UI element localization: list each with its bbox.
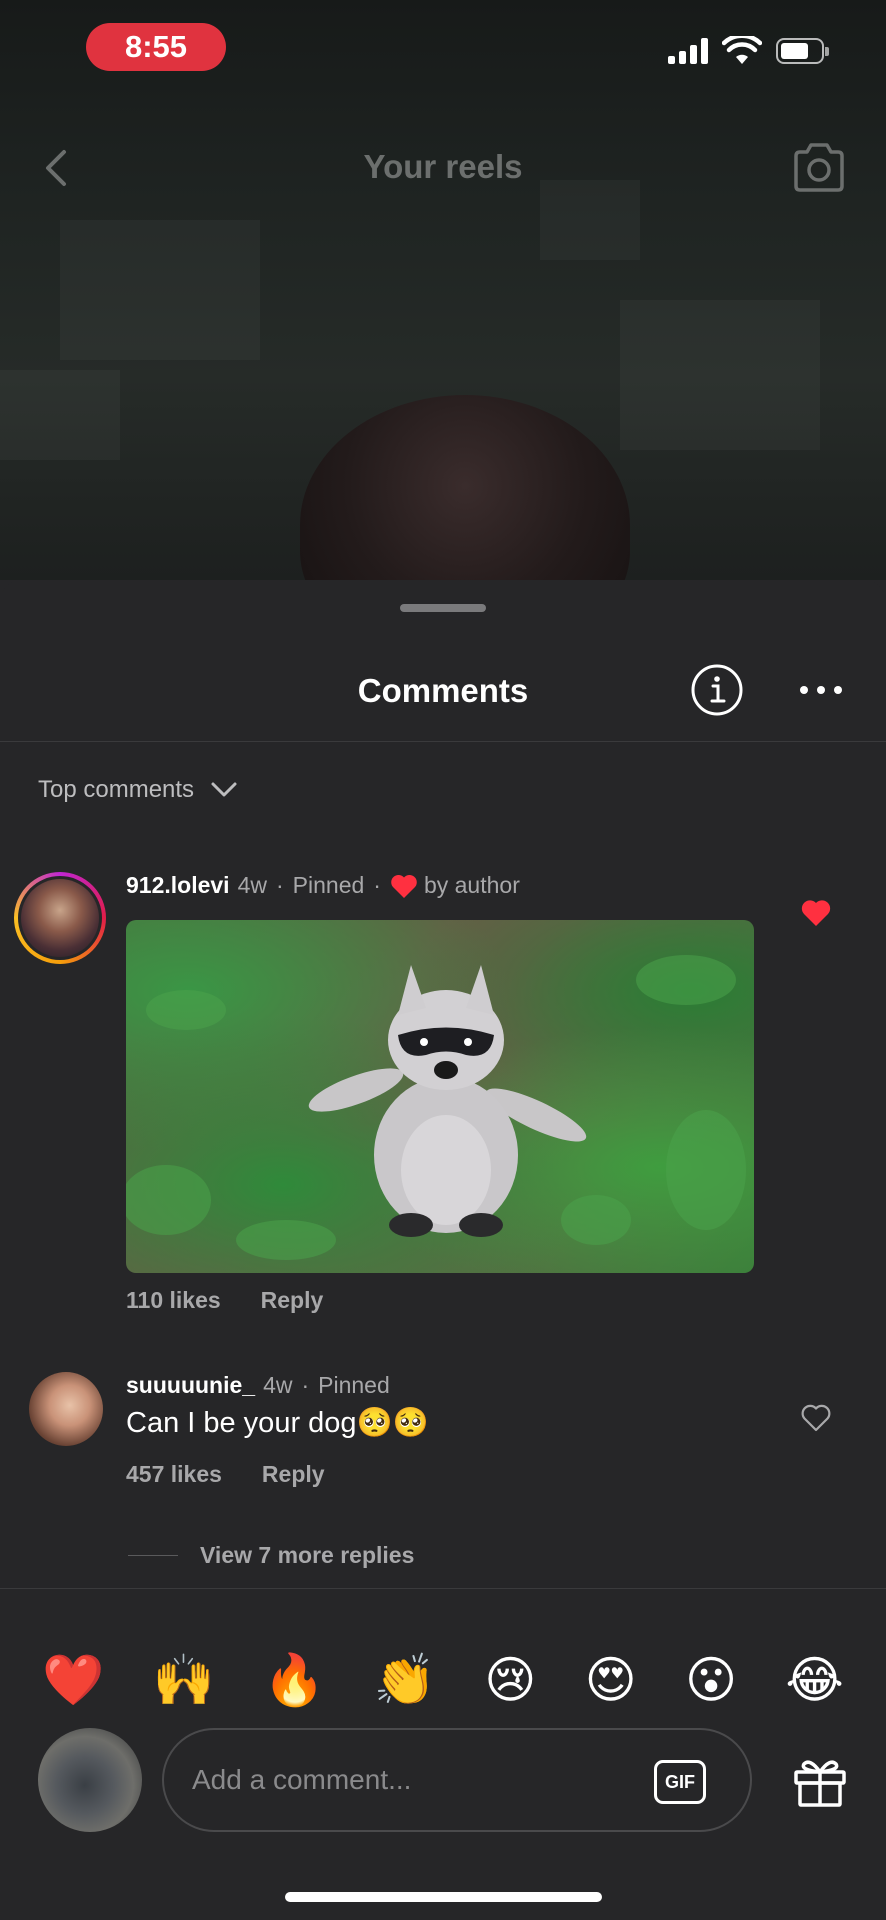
comment-meta: 912.lolevi 4w · Pinned · by author — [126, 872, 520, 899]
home-indicator[interactable] — [285, 1892, 602, 1902]
comment-meta: suuuuunie_ 4w · Pinned — [126, 1372, 390, 1399]
raccoon-gif[interactable] — [126, 920, 754, 1273]
reply-button[interactable]: Reply — [262, 1461, 325, 1488]
comment-input[interactable] — [192, 1764, 592, 1796]
heart-icon[interactable] — [800, 1403, 832, 1433]
reaction-heart[interactable]: ❤️ — [42, 1655, 104, 1705]
comment-username[interactable]: suuuuunie_ — [126, 1372, 255, 1399]
view-more-replies-label: View 7 more replies — [200, 1542, 415, 1568]
comment-actions: 457 likes Reply — [126, 1461, 325, 1488]
current-user-avatar — [38, 1728, 142, 1832]
like-count[interactable]: 110 likes — [126, 1287, 221, 1314]
comment-age: 4w — [263, 1372, 293, 1398]
avatar[interactable] — [14, 872, 106, 964]
like-count[interactable]: 457 likes — [126, 1461, 222, 1488]
reaction-fire[interactable]: 🔥 — [263, 1655, 325, 1705]
header-divider — [0, 741, 886, 742]
comments-title: Comments — [357, 672, 529, 709]
battery-icon — [776, 38, 829, 64]
liked-by-author-label: by author — [423, 872, 520, 898]
comments-sheet: Comments Top comments 912.lolevi 4w · Pi… — [0, 580, 886, 1920]
gif-button[interactable]: GIF — [654, 1760, 706, 1804]
comment-text: Can I be your dog🥺🥺 — [126, 1407, 429, 1439]
reactions-divider — [0, 1588, 886, 1589]
reaction-laughing[interactable]: 😂 — [785, 1655, 843, 1705]
heart-icon — [391, 874, 417, 898]
reaction-cry[interactable]: 😢 — [484, 1655, 536, 1705]
camera-icon[interactable] — [790, 140, 848, 196]
reaction-raising-hands[interactable]: 🙌 — [153, 1655, 215, 1705]
gift-icon[interactable] — [792, 1754, 848, 1808]
comment-actions: 110 likes Reply — [126, 1287, 323, 1314]
status-icons — [668, 36, 829, 66]
status-time: 8:55 — [86, 23, 226, 71]
reaction-surprised[interactable]: 😮 — [685, 1655, 737, 1705]
comment-username[interactable]: 912.lolevi — [126, 872, 230, 899]
chevron-down-icon — [211, 782, 237, 797]
sort-label: Top comments — [38, 776, 195, 803]
heart-icon[interactable] — [800, 898, 832, 928]
info-icon[interactable] — [690, 663, 744, 717]
reaction-clap[interactable]: 👏 — [374, 1655, 436, 1705]
comment-input-field[interactable]: GIF — [162, 1728, 752, 1832]
sheet-drag-handle[interactable] — [400, 604, 486, 612]
avatar[interactable] — [29, 1372, 103, 1446]
reel-video-background — [0, 0, 886, 580]
more-options-icon[interactable] — [800, 680, 842, 700]
wifi-icon — [722, 36, 762, 64]
cellular-signal-icon — [668, 38, 708, 64]
pinned-label: Pinned — [292, 872, 365, 898]
quick-reactions-bar: ❤️ 🙌 🔥 👏 😢 😍 😮 😂 — [0, 1630, 886, 1730]
sort-comments-dropdown[interactable]: Top comments — [38, 776, 238, 804]
reaction-heart-eyes[interactable]: 😍 — [585, 1655, 637, 1705]
reels-page-title: Your reels — [363, 148, 523, 185]
reply-button[interactable]: Reply — [261, 1287, 324, 1314]
comment-age: 4w — [237, 872, 267, 898]
view-more-replies[interactable]: View 7 more replies — [128, 1542, 414, 1569]
pinned-label: Pinned — [318, 1372, 390, 1398]
